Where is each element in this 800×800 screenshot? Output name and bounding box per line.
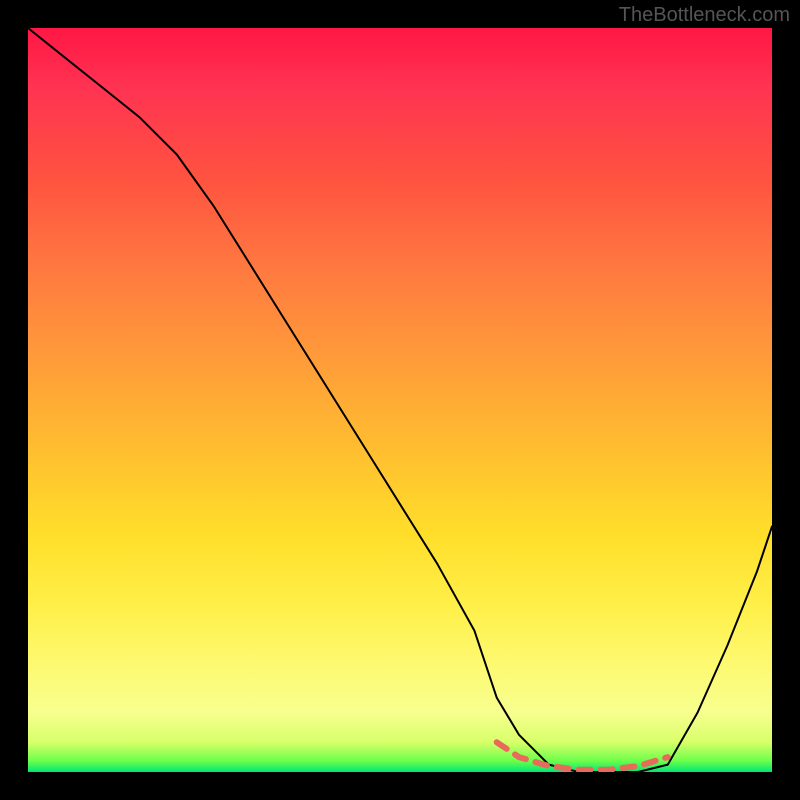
watermark-text: TheBottleneck.com	[619, 4, 790, 27]
optimal-range-marker	[497, 742, 668, 770]
chart-plot-area	[28, 28, 772, 772]
chart-svg	[28, 28, 772, 772]
bottleneck-curve-line	[28, 28, 772, 772]
